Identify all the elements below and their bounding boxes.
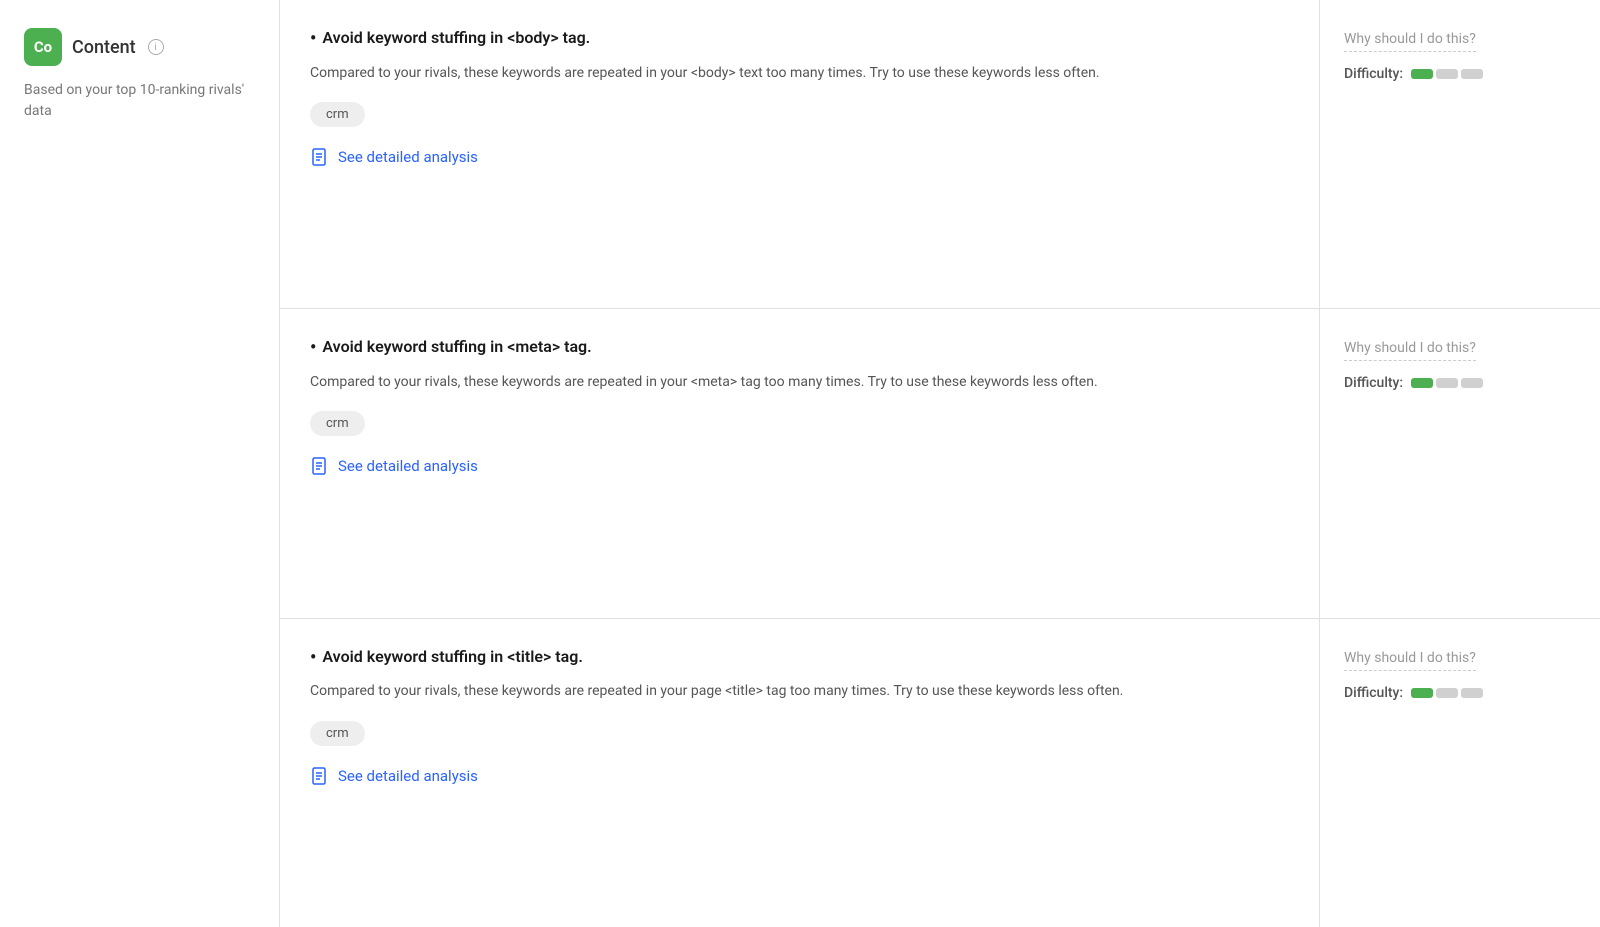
issue-title-body: • Avoid keyword stuffing in <body> tag. xyxy=(310,28,1289,50)
difficulty-bar-meta xyxy=(1411,378,1483,388)
tags-row-title: crm xyxy=(310,721,1289,746)
doc-icon-body xyxy=(310,147,330,167)
bar-seg-3-meta xyxy=(1461,378,1483,388)
bar-seg-2-meta xyxy=(1436,378,1458,388)
see-analysis-label-body: See detailed analysis xyxy=(338,148,478,166)
sidebar: Co Content i Based on your top 10-rankin… xyxy=(0,0,280,927)
info-icon[interactable]: i xyxy=(148,39,164,55)
right-panel-meta: Why should I do this? Difficulty: xyxy=(1320,309,1600,617)
difficulty-label-body: Difficulty: xyxy=(1344,66,1403,82)
sidebar-header: Co Content i xyxy=(24,28,255,66)
bar-seg-1-meta xyxy=(1411,378,1433,388)
tag-crm-title: crm xyxy=(310,721,365,746)
right-panel-body: Why should I do this? Difficulty: xyxy=(1320,0,1600,308)
page-container: Co Content i Based on your top 10-rankin… xyxy=(0,0,1600,927)
main-content-meta: • Avoid keyword stuffing in <meta> tag. … xyxy=(280,309,1320,617)
issue-description-meta: Compared to your rivals, these keywords … xyxy=(310,371,1289,393)
difficulty-row-body: Difficulty: xyxy=(1344,66,1576,82)
bar-seg-3-title xyxy=(1461,688,1483,698)
issue-description-body: Compared to your rivals, these keywords … xyxy=(310,62,1289,84)
bullet-title: • xyxy=(310,647,316,669)
bar-seg-1-title xyxy=(1411,688,1433,698)
why-link-meta[interactable]: Why should I do this? xyxy=(1344,340,1476,361)
sidebar-description: Based on your top 10-ranking rivals' dat… xyxy=(24,80,255,122)
doc-icon-title xyxy=(310,766,330,786)
row-meta-tag: • Avoid keyword stuffing in <meta> tag. … xyxy=(280,309,1600,618)
bullet-body: • xyxy=(310,28,316,50)
right-panel-title: Why should I do this? Difficulty: xyxy=(1320,619,1600,927)
row-title-tag: • Avoid keyword stuffing in <title> tag.… xyxy=(280,619,1600,927)
issue-title-title: • Avoid keyword stuffing in <title> tag. xyxy=(310,647,1289,669)
difficulty-label-title: Difficulty: xyxy=(1344,685,1403,701)
bar-seg-3-body xyxy=(1461,69,1483,79)
content-area: • Avoid keyword stuffing in <body> tag. … xyxy=(280,0,1600,927)
issue-title-text-title: Avoid keyword stuffing in <title> tag. xyxy=(322,647,583,666)
bar-seg-2-title xyxy=(1436,688,1458,698)
see-analysis-label-meta: See detailed analysis xyxy=(338,457,478,475)
content-icon: Co xyxy=(24,28,62,66)
why-link-title[interactable]: Why should I do this? xyxy=(1344,650,1476,671)
main-content-body: • Avoid keyword stuffing in <body> tag. … xyxy=(280,0,1320,308)
issue-title-meta: • Avoid keyword stuffing in <meta> tag. xyxy=(310,337,1289,359)
difficulty-bar-body xyxy=(1411,69,1483,79)
issue-description-title: Compared to your rivals, these keywords … xyxy=(310,680,1289,702)
difficulty-row-meta: Difficulty: xyxy=(1344,375,1576,391)
see-analysis-link-title[interactable]: See detailed analysis xyxy=(310,766,478,786)
bullet-meta: • xyxy=(310,337,316,359)
doc-icon-meta xyxy=(310,456,330,476)
main-content-title: • Avoid keyword stuffing in <title> tag.… xyxy=(280,619,1320,927)
tags-row-body: crm xyxy=(310,102,1289,127)
bar-seg-1-body xyxy=(1411,69,1433,79)
row-body-tag: • Avoid keyword stuffing in <body> tag. … xyxy=(280,0,1600,309)
see-analysis-link-meta[interactable]: See detailed analysis xyxy=(310,456,478,476)
difficulty-bar-title xyxy=(1411,688,1483,698)
tag-crm-meta: crm xyxy=(310,411,365,436)
bar-seg-2-body xyxy=(1436,69,1458,79)
see-analysis-link-body[interactable]: See detailed analysis xyxy=(310,147,478,167)
sidebar-title: Content xyxy=(72,37,136,58)
tags-row-meta: crm xyxy=(310,411,1289,436)
difficulty-label-meta: Difficulty: xyxy=(1344,375,1403,391)
issue-title-text-meta: Avoid keyword stuffing in <meta> tag. xyxy=(322,337,591,356)
issue-title-text-body: Avoid keyword stuffing in <body> tag. xyxy=(322,28,590,47)
tag-crm-body: crm xyxy=(310,102,365,127)
see-analysis-label-title: See detailed analysis xyxy=(338,767,478,785)
difficulty-row-title: Difficulty: xyxy=(1344,685,1576,701)
why-link-body[interactable]: Why should I do this? xyxy=(1344,31,1476,52)
